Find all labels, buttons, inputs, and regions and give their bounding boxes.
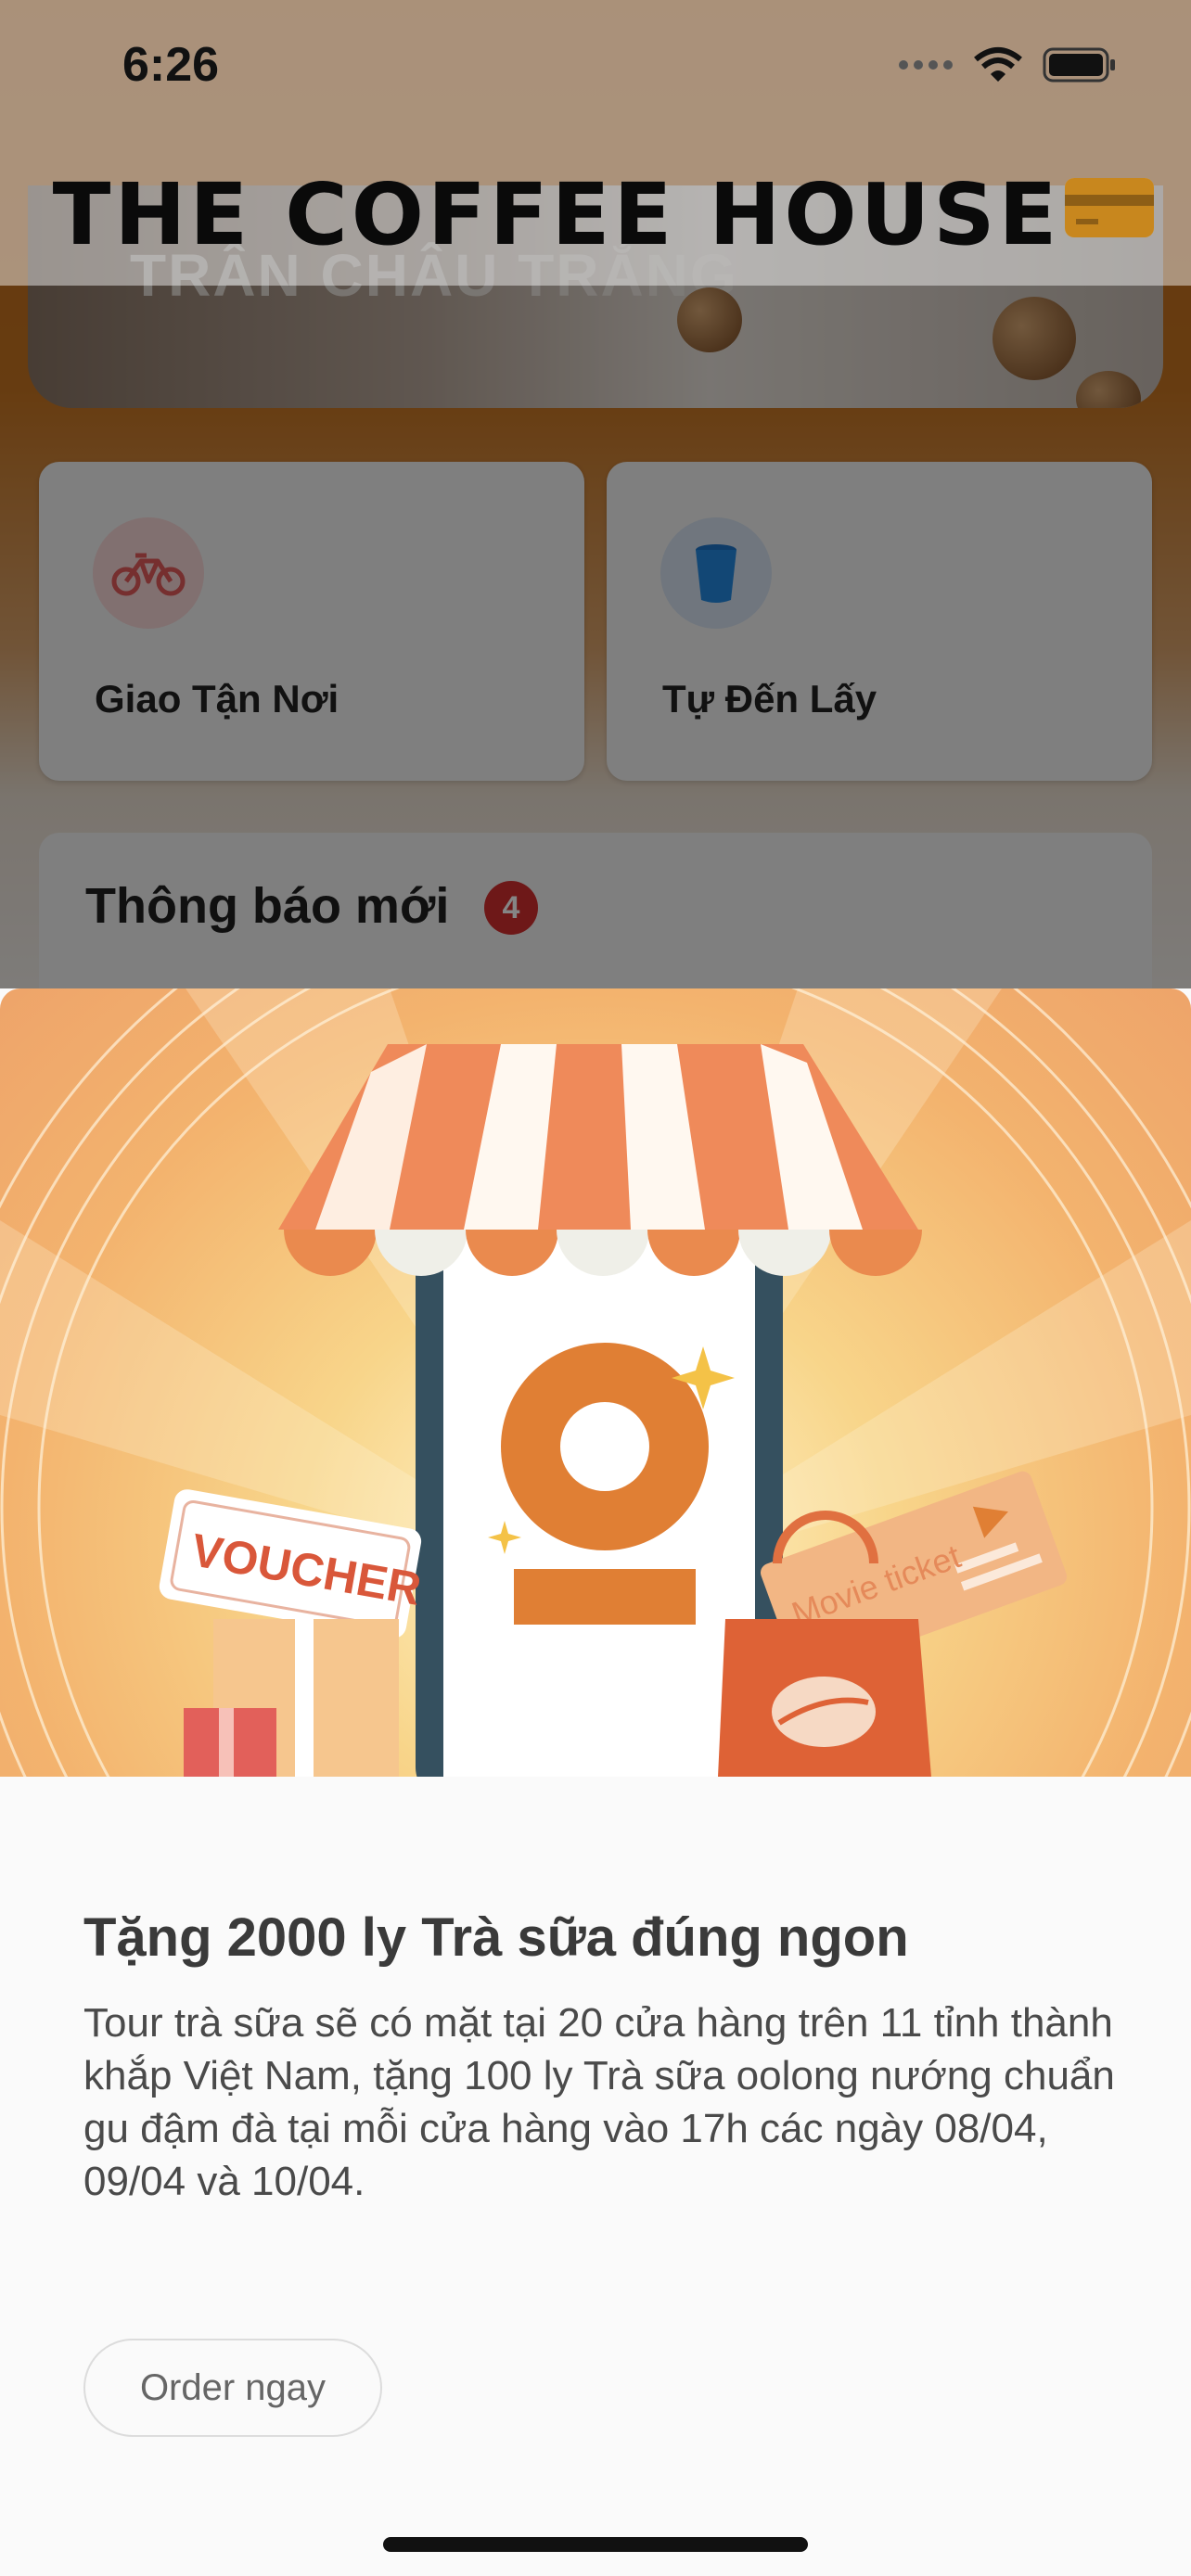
order-now-button[interactable]: Order ngay: [83, 2339, 382, 2437]
home-indicator[interactable]: [383, 2537, 808, 2552]
promo-illustration: VOUCHER Movie ticket: [0, 988, 1191, 1777]
store-illustration: VOUCHER Movie ticket: [0, 988, 1191, 1777]
promo-modal: VOUCHER Movie ticket Tặng 2000 ly Trà sữ…: [0, 988, 1191, 2576]
promo-title: Tặng 2000 ly Trà sữa đúng ngon: [83, 1907, 909, 1968]
promo-content: Tặng 2000 ly Trà sữa đúng ngon Tour trà …: [83, 1906, 1122, 2208]
promo-description: Tour trà sữa sẽ có mặt tại 20 cửa hàng t…: [83, 2000, 1115, 2204]
header-overlay: [0, 0, 1191, 286]
